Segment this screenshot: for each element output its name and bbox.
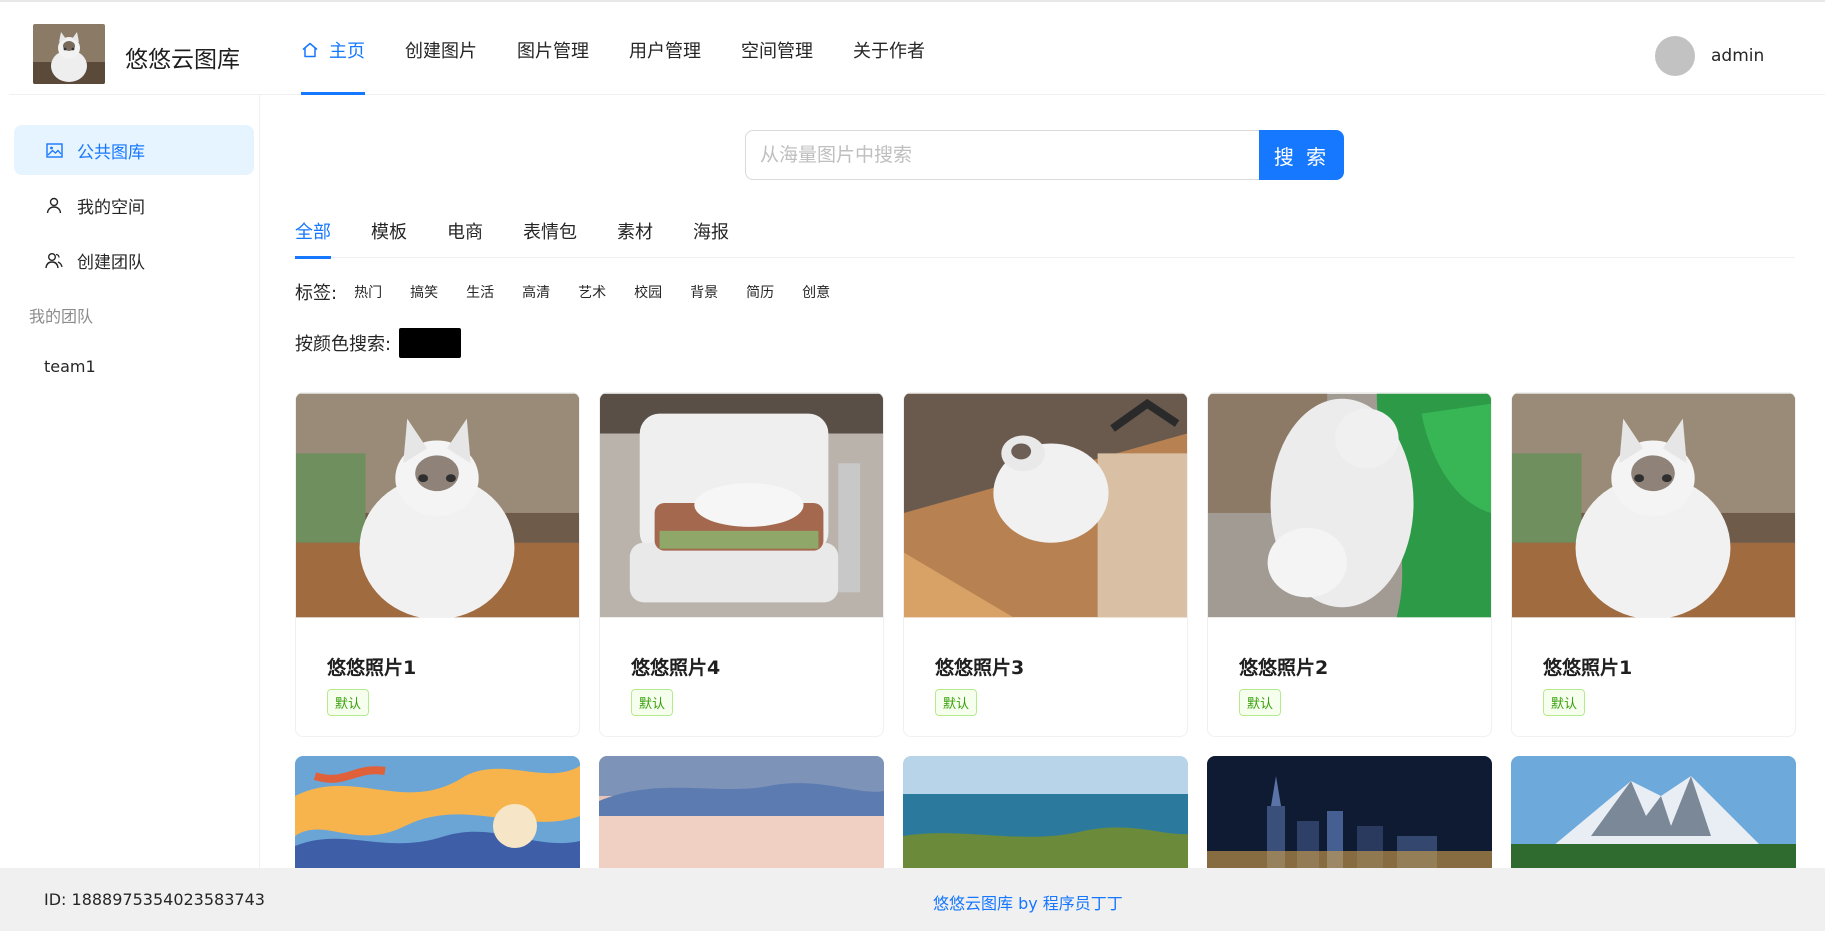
picture-title: 悠悠照片4 xyxy=(631,657,721,679)
picture-card[interactable]: 悠悠照片4 默认 xyxy=(599,392,884,737)
app-frame: 悠悠云图库 主页 创建图片 图片管理 用户管理 空间管理 关于作者 admin xyxy=(0,0,1825,931)
picture-icon xyxy=(44,140,64,160)
nav-picture-manage-label: 图片管理 xyxy=(517,40,589,62)
picture-tag-badge: 默认 xyxy=(1543,689,1586,716)
tab-emoji[interactable]: 表情包 xyxy=(523,206,577,258)
search-input[interactable] xyxy=(745,130,1259,180)
search-button[interactable]: 搜 索 xyxy=(1259,130,1344,180)
picture-thumbnail xyxy=(903,756,1188,868)
picture-tag-badge: 默认 xyxy=(327,689,370,716)
nav-about-author-label: 关于作者 xyxy=(853,40,925,62)
tab-poster[interactable]: 海报 xyxy=(693,206,729,258)
nav-picture-manage[interactable]: 图片管理 xyxy=(517,4,589,95)
picture-card[interactable]: 悠悠照片1 默认 xyxy=(1511,392,1796,737)
nav-space-manage-label: 空间管理 xyxy=(741,40,813,62)
site-logo[interactable] xyxy=(33,24,105,84)
picture-thumbnail xyxy=(295,756,580,868)
tag-filter: 标签: 热门 搞笑 生活 高清 艺术 校园 背景 简历 创意 xyxy=(295,279,858,305)
picture-thumbnail xyxy=(1511,756,1796,868)
picture-thumbnail xyxy=(904,393,1187,618)
picture-card[interactable]: 悠悠照片2 默认 xyxy=(1207,392,1492,737)
tag-hd[interactable]: 高清 xyxy=(522,280,550,304)
picture-thumbnail xyxy=(1207,756,1492,868)
tab-material[interactable]: 素材 xyxy=(617,206,653,258)
footer-credit-link[interactable]: 悠悠云图库 by 程序员丁丁 xyxy=(933,890,1123,914)
footer: ID: 1888975354023583743 悠悠云图库 by 程序员丁丁 xyxy=(0,868,1825,931)
picture-tag-badge: 默认 xyxy=(1239,689,1282,716)
sidebar-item-label: 公共图库 xyxy=(77,142,145,163)
sidebar-item-label: 创建团队 xyxy=(77,252,145,273)
tag-life[interactable]: 生活 xyxy=(466,280,494,304)
nav-about-author[interactable]: 关于作者 xyxy=(853,4,925,95)
user-icon xyxy=(44,195,64,215)
site-title: 悠悠云图库 xyxy=(125,47,240,73)
nav-create-picture-label: 创建图片 xyxy=(405,40,477,62)
user-menu[interactable]: admin xyxy=(1655,36,1764,76)
home-icon xyxy=(301,41,319,59)
nav-home[interactable]: 主页 xyxy=(301,4,365,95)
picture-tag-badge: 默认 xyxy=(935,689,978,716)
sidebar: 公共图库 我的空间 创建团队 我的团队 team1 xyxy=(0,95,260,868)
color-filter: 按颜色搜索: xyxy=(295,328,462,358)
user-name: admin xyxy=(1711,46,1765,66)
nav-space-manage[interactable]: 空间管理 xyxy=(741,4,813,95)
category-tabs: 全部 模板 电商 表情包 素材 海报 xyxy=(295,206,1795,259)
nav-user-manage[interactable]: 用户管理 xyxy=(629,4,701,95)
picture-title: 悠悠照片3 xyxy=(935,657,1025,679)
tag-filter-label: 标签: xyxy=(295,283,338,304)
tag-resume[interactable]: 简历 xyxy=(746,280,774,304)
sidebar-item-create-team[interactable]: 创建团队 xyxy=(14,235,254,285)
picture-title: 悠悠照片2 xyxy=(1239,657,1329,679)
sidebar-item-label: 我的空间 xyxy=(77,197,145,218)
tag-art[interactable]: 艺术 xyxy=(578,280,606,304)
picture-tag-badge: 默认 xyxy=(631,689,674,716)
picture-thumbnail xyxy=(600,393,883,618)
sidebar-item-public-gallery[interactable]: 公共图库 xyxy=(14,125,254,175)
sidebar-item-team1[interactable]: team1 xyxy=(44,357,96,376)
main-nav: 主页 创建图片 图片管理 用户管理 空间管理 关于作者 xyxy=(301,4,965,95)
sidebar-group-title: 我的团队 xyxy=(29,307,94,326)
picture-thumbnail xyxy=(599,756,884,868)
footer-id-text: ID: 1888975354023583743 xyxy=(44,890,265,909)
picture-thumbnail xyxy=(1208,393,1491,618)
tag-creative[interactable]: 创意 xyxy=(802,280,830,304)
team-icon xyxy=(44,250,64,270)
sidebar-item-my-space[interactable]: 我的空间 xyxy=(14,180,254,230)
tag-funny[interactable]: 搞笑 xyxy=(410,280,438,304)
color-filter-label: 按颜色搜索: xyxy=(295,334,392,355)
tag-campus[interactable]: 校园 xyxy=(634,280,662,304)
tag-background[interactable]: 背景 xyxy=(690,280,718,304)
picture-card[interactable]: 悠悠照片1 默认 xyxy=(295,392,580,737)
search-bar: 搜 索 xyxy=(745,130,1344,180)
top-header: 悠悠云图库 主页 创建图片 图片管理 用户管理 空间管理 关于作者 admin xyxy=(9,4,1825,95)
tab-template[interactable]: 模板 xyxy=(371,206,407,258)
picture-title: 悠悠照片1 xyxy=(327,657,417,679)
picture-thumbnail xyxy=(1512,393,1795,618)
tag-hot[interactable]: 热门 xyxy=(354,280,382,304)
picture-card[interactable]: 悠悠照片3 默认 xyxy=(903,392,1188,737)
color-picker[interactable] xyxy=(399,328,462,358)
nav-user-manage-label: 用户管理 xyxy=(629,40,701,62)
tab-ecommerce[interactable]: 电商 xyxy=(447,206,483,258)
nav-home-label: 主页 xyxy=(329,40,365,62)
tab-all[interactable]: 全部 xyxy=(295,206,331,259)
nav-create-picture[interactable]: 创建图片 xyxy=(405,4,477,95)
avatar xyxy=(1655,36,1695,76)
picture-thumbnail xyxy=(296,393,579,618)
picture-title: 悠悠照片1 xyxy=(1543,657,1633,679)
